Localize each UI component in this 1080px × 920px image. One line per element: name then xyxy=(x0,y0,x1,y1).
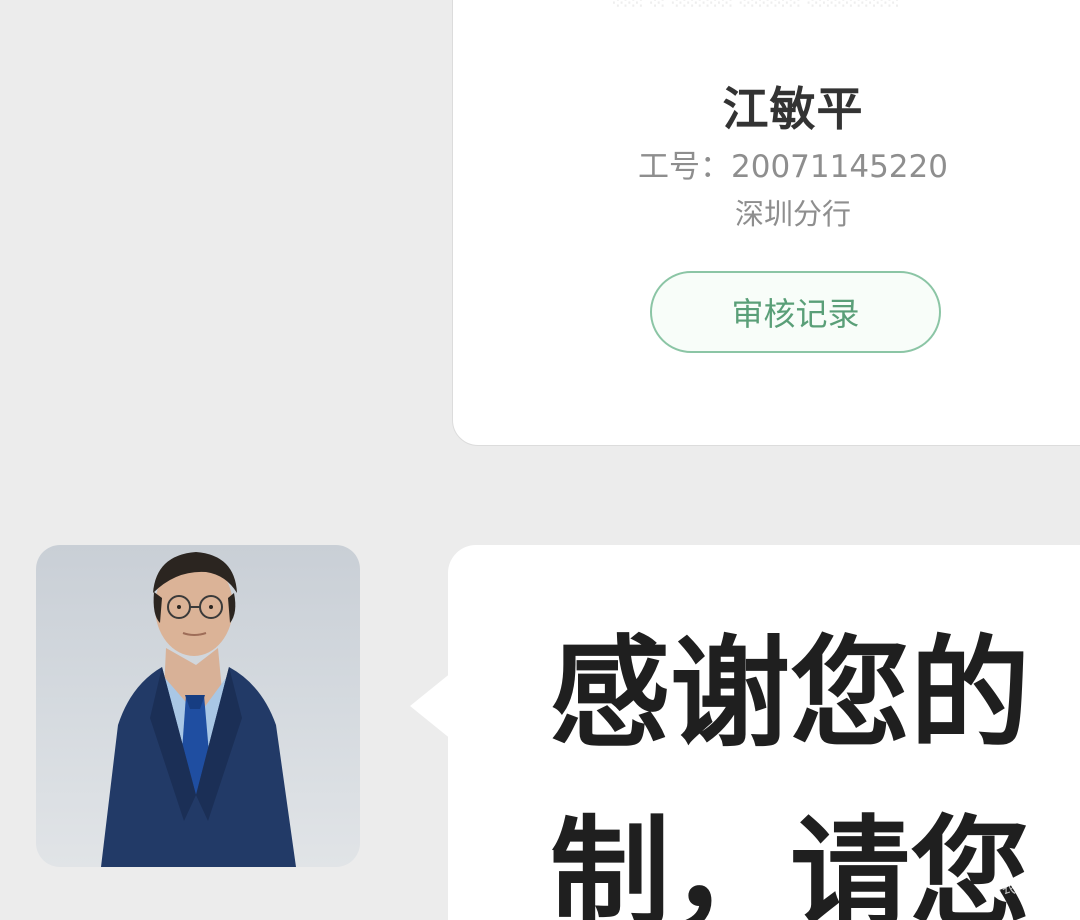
profile-name: 江敏平 xyxy=(722,82,864,136)
chat-bubble-tail xyxy=(410,672,452,740)
chat-screen: ░░ ░ ░░░░ ░░░░ ░░░░░░ 江敏平 工号：20071145220… xyxy=(0,0,1080,920)
chat-message-line-2: 制，请您 xyxy=(550,805,1030,920)
avatar[interactable] xyxy=(36,545,360,867)
audit-record-button[interactable]: 审核记录 xyxy=(650,271,941,353)
profile-card: ░░ ░ ░░░░ ░░░░ ░░░░░░ 江敏平 工号：20071145220… xyxy=(452,0,1080,446)
watermark: 卡农社区 xyxy=(988,881,1044,897)
chat-message-line-1: 感谢您的 xyxy=(550,625,1030,764)
branch-name: 深圳分行 xyxy=(734,197,851,231)
person-avatar-icon xyxy=(101,552,296,867)
audit-record-label: 审核记录 xyxy=(731,295,860,333)
employee-id: 工号：20071145220 xyxy=(638,149,948,185)
faded-header-text: ░░ ░ ░░░░ ░░░░ ░░░░░░ xyxy=(613,0,973,7)
